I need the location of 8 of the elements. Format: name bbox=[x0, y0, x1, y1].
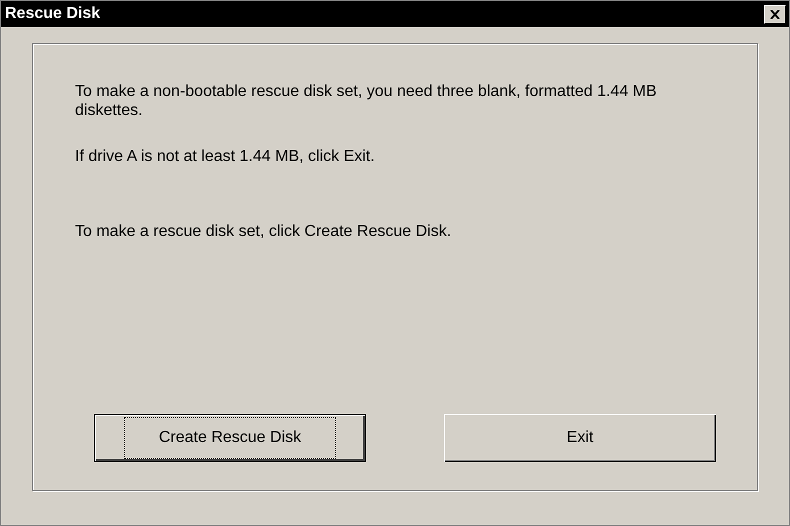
dialog-button[interactable]: Exit bbox=[444, 414, 716, 462]
close-button[interactable] bbox=[764, 4, 786, 24]
instruction-text: To make a non-bootable rescue disk set, you need three blank, formatted 1.44 MB diskettes. bbox=[75, 82, 658, 120]
dialog-button[interactable]: Create Rescue Disk bbox=[94, 414, 366, 462]
instruction-text: If drive A is not at least 1.44 MB, click Exit. bbox=[75, 147, 376, 166]
close-icon bbox=[770, 10, 780, 18]
instruction-text: To make a rescue disk set, click Create Rescue Disk. bbox=[75, 222, 452, 241]
window-title: Rescue Disk bbox=[5, 4, 100, 24]
